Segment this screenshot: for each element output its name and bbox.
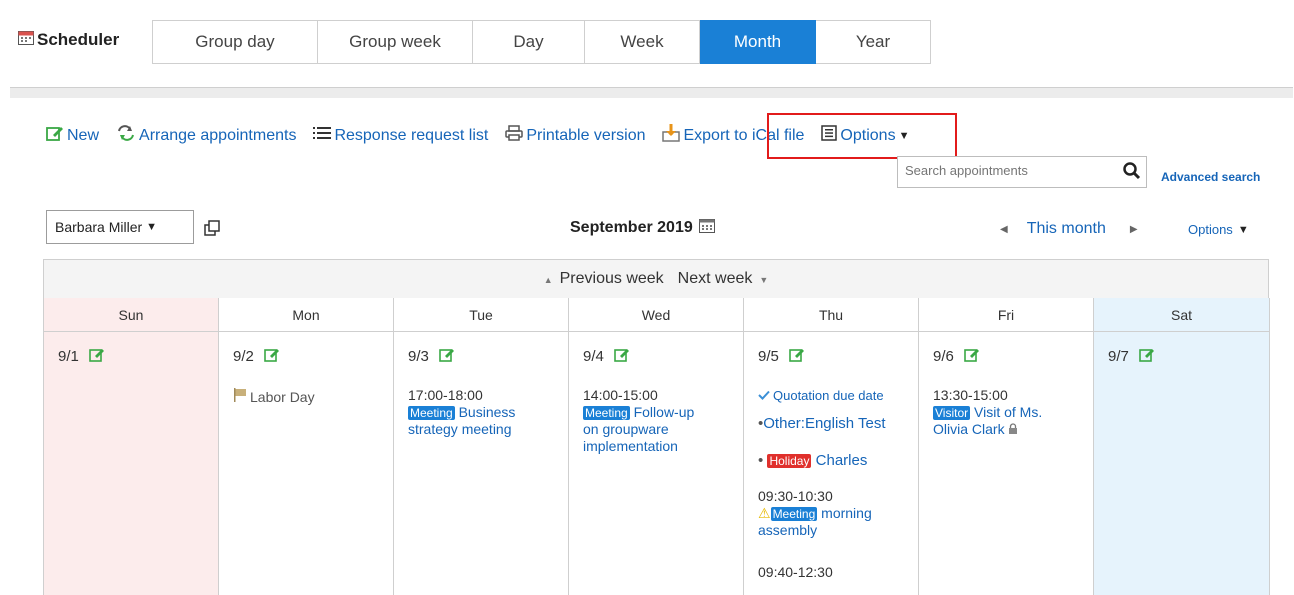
week-navigation-bar: ▲ Previous week Next week ▼	[43, 259, 1269, 299]
event-item[interactable]: 14:00-15:00 Meeting Follow-up on groupwa…	[583, 387, 694, 455]
previous-month-icon[interactable]: ◀	[1000, 224, 1008, 235]
event-title-line[interactable]: Business	[459, 404, 516, 420]
list-icon	[313, 126, 332, 145]
event-item[interactable]: 09:40-12:30	[758, 564, 833, 581]
calendar-options-button[interactable]: Options ▼	[1188, 222, 1249, 237]
meeting-tag: Meeting	[583, 406, 630, 420]
day-cell-thu[interactable]: 9/5 Quotation due date •Other:English Te…	[744, 332, 919, 595]
date-label[interactable]: 9/1	[58, 348, 79, 365]
printer-icon	[505, 125, 524, 146]
up-arrow-icon: ▲	[543, 275, 553, 285]
event-time: 14:00-15:00	[583, 387, 658, 403]
day-header-thu: Thu	[744, 298, 919, 332]
day-header-tue: Tue	[394, 298, 569, 332]
calendar-grid: Sun Mon Tue Wed Thu Fri Sat 9/1 9/2 Labo…	[43, 298, 1270, 595]
app-title[interactable]: Scheduler	[18, 30, 119, 50]
lock-icon	[1008, 421, 1018, 437]
meeting-tag: Meeting	[408, 406, 455, 420]
search-icon[interactable]	[1122, 161, 1142, 186]
day-header-sun: Sun	[44, 298, 219, 332]
header-divider	[10, 88, 1293, 98]
search-box	[897, 156, 1147, 188]
next-month-icon[interactable]: ▶	[1130, 224, 1138, 235]
new-edit-icon	[46, 125, 64, 146]
download-icon	[662, 124, 681, 147]
day-header-fri: Fri	[919, 298, 1094, 332]
printable-version-button[interactable]: Printable version	[505, 125, 645, 146]
event-item[interactable]: 17:00-18:00 Meeting Business strategy me…	[408, 387, 515, 438]
day-header-sat: Sat	[1094, 298, 1270, 332]
add-event-icon[interactable]	[1139, 347, 1155, 366]
event-item[interactable]: •Other:English Test	[758, 415, 886, 432]
tab-day[interactable]: Day	[473, 20, 585, 64]
tab-week[interactable]: Week	[585, 20, 700, 64]
event-item[interactable]: 09:30-10:30 ⚠ Meeting morning assembly	[758, 488, 872, 539]
caret-down-icon: ▼	[1237, 223, 1249, 236]
user-select[interactable]: Barbara Miller ▼	[46, 210, 194, 244]
add-event-icon[interactable]	[789, 347, 805, 366]
holiday-tag: Holiday	[767, 454, 812, 468]
date-label[interactable]: 9/4	[583, 348, 604, 365]
day-cell-fri[interactable]: 9/6 13:30-15:00 Visitor Visit of Ms. Oli…	[919, 332, 1094, 595]
date-label[interactable]: 9/6	[933, 348, 954, 365]
arrange-appointments-button[interactable]: Arrange appointments	[116, 125, 296, 146]
event-time: 13:30-15:00	[933, 387, 1008, 403]
day-cell-wed[interactable]: 9/4 14:00-15:00 Meeting Follow-up on gro…	[569, 332, 744, 595]
add-event-icon[interactable]	[264, 347, 280, 366]
date-label[interactable]: 9/3	[408, 348, 429, 365]
event-title-line[interactable]: implementation	[583, 438, 678, 454]
date-label[interactable]: 9/7	[1108, 348, 1129, 365]
arrange-arrows-icon	[116, 125, 136, 146]
new-button[interactable]: New	[46, 125, 99, 146]
meeting-tag: Meeting	[770, 507, 818, 521]
previous-week-link[interactable]: ▲ Previous week	[537, 270, 664, 288]
calendar-app-icon	[18, 30, 34, 50]
visitor-tag: Visitor	[933, 406, 971, 420]
flag-icon	[233, 388, 247, 406]
view-tabs: Group day Group week Day Week Month Year	[152, 20, 931, 64]
todo-item[interactable]: Quotation due date	[758, 387, 884, 404]
event-time: 17:00-18:00	[408, 387, 483, 403]
day-cell-sat[interactable]: 9/7	[1094, 332, 1270, 595]
add-event-icon[interactable]	[439, 347, 455, 366]
day-cell-sun[interactable]: 9/1	[44, 332, 219, 595]
day-header-mon: Mon	[219, 298, 394, 332]
this-month-link[interactable]: This month	[1027, 220, 1106, 238]
tab-group-day[interactable]: Group day	[152, 20, 318, 64]
day-cell-mon[interactable]: 9/2 Labor Day	[219, 332, 394, 595]
tab-month[interactable]: Month	[700, 20, 816, 64]
tab-group-week[interactable]: Group week	[318, 20, 473, 64]
search-input[interactable]	[903, 162, 1107, 179]
warning-icon: ⚠	[758, 505, 771, 521]
add-event-icon[interactable]	[89, 347, 105, 366]
event-time: 09:30-10:30	[758, 488, 833, 504]
event-time: 09:40-12:30	[758, 564, 833, 580]
down-arrow-icon: ▼	[759, 275, 769, 285]
add-event-icon[interactable]	[614, 347, 630, 366]
day-header-wed: Wed	[569, 298, 744, 332]
advanced-search-link[interactable]: Advanced search	[1161, 170, 1260, 184]
holiday-item: Labor Day	[233, 388, 315, 406]
holiday-event[interactable]: • Holiday Charles	[758, 452, 867, 469]
app-title-label: Scheduler	[37, 30, 120, 49]
calendar-icon[interactable]	[698, 218, 715, 238]
response-request-list-button[interactable]: Response request list	[313, 126, 488, 145]
date-label[interactable]: 9/2	[233, 348, 254, 365]
month-title: September 2019	[570, 218, 715, 238]
event-item[interactable]: 13:30-15:00 Visitor Visit of Ms. Olivia …	[933, 387, 1042, 438]
event-title-line[interactable]: on groupware	[583, 421, 669, 437]
day-cell-tue[interactable]: 9/3 17:00-18:00 Meeting Business strateg…	[394, 332, 569, 595]
date-label[interactable]: 9/5	[758, 348, 779, 365]
popup-window-icon[interactable]	[204, 220, 220, 241]
add-event-icon[interactable]	[964, 347, 980, 366]
event-title-line[interactable]: Follow-up	[634, 404, 695, 420]
export-highlight-box	[767, 113, 957, 159]
event-title-line[interactable]: strategy meeting	[408, 421, 512, 437]
next-week-link[interactable]: Next week ▼	[678, 270, 776, 288]
month-navigation: ◀ This month ▶	[1000, 220, 1138, 238]
tab-year[interactable]: Year	[816, 20, 931, 64]
chevron-down-icon: ▼	[146, 221, 158, 233]
checkmark-icon	[758, 387, 770, 404]
